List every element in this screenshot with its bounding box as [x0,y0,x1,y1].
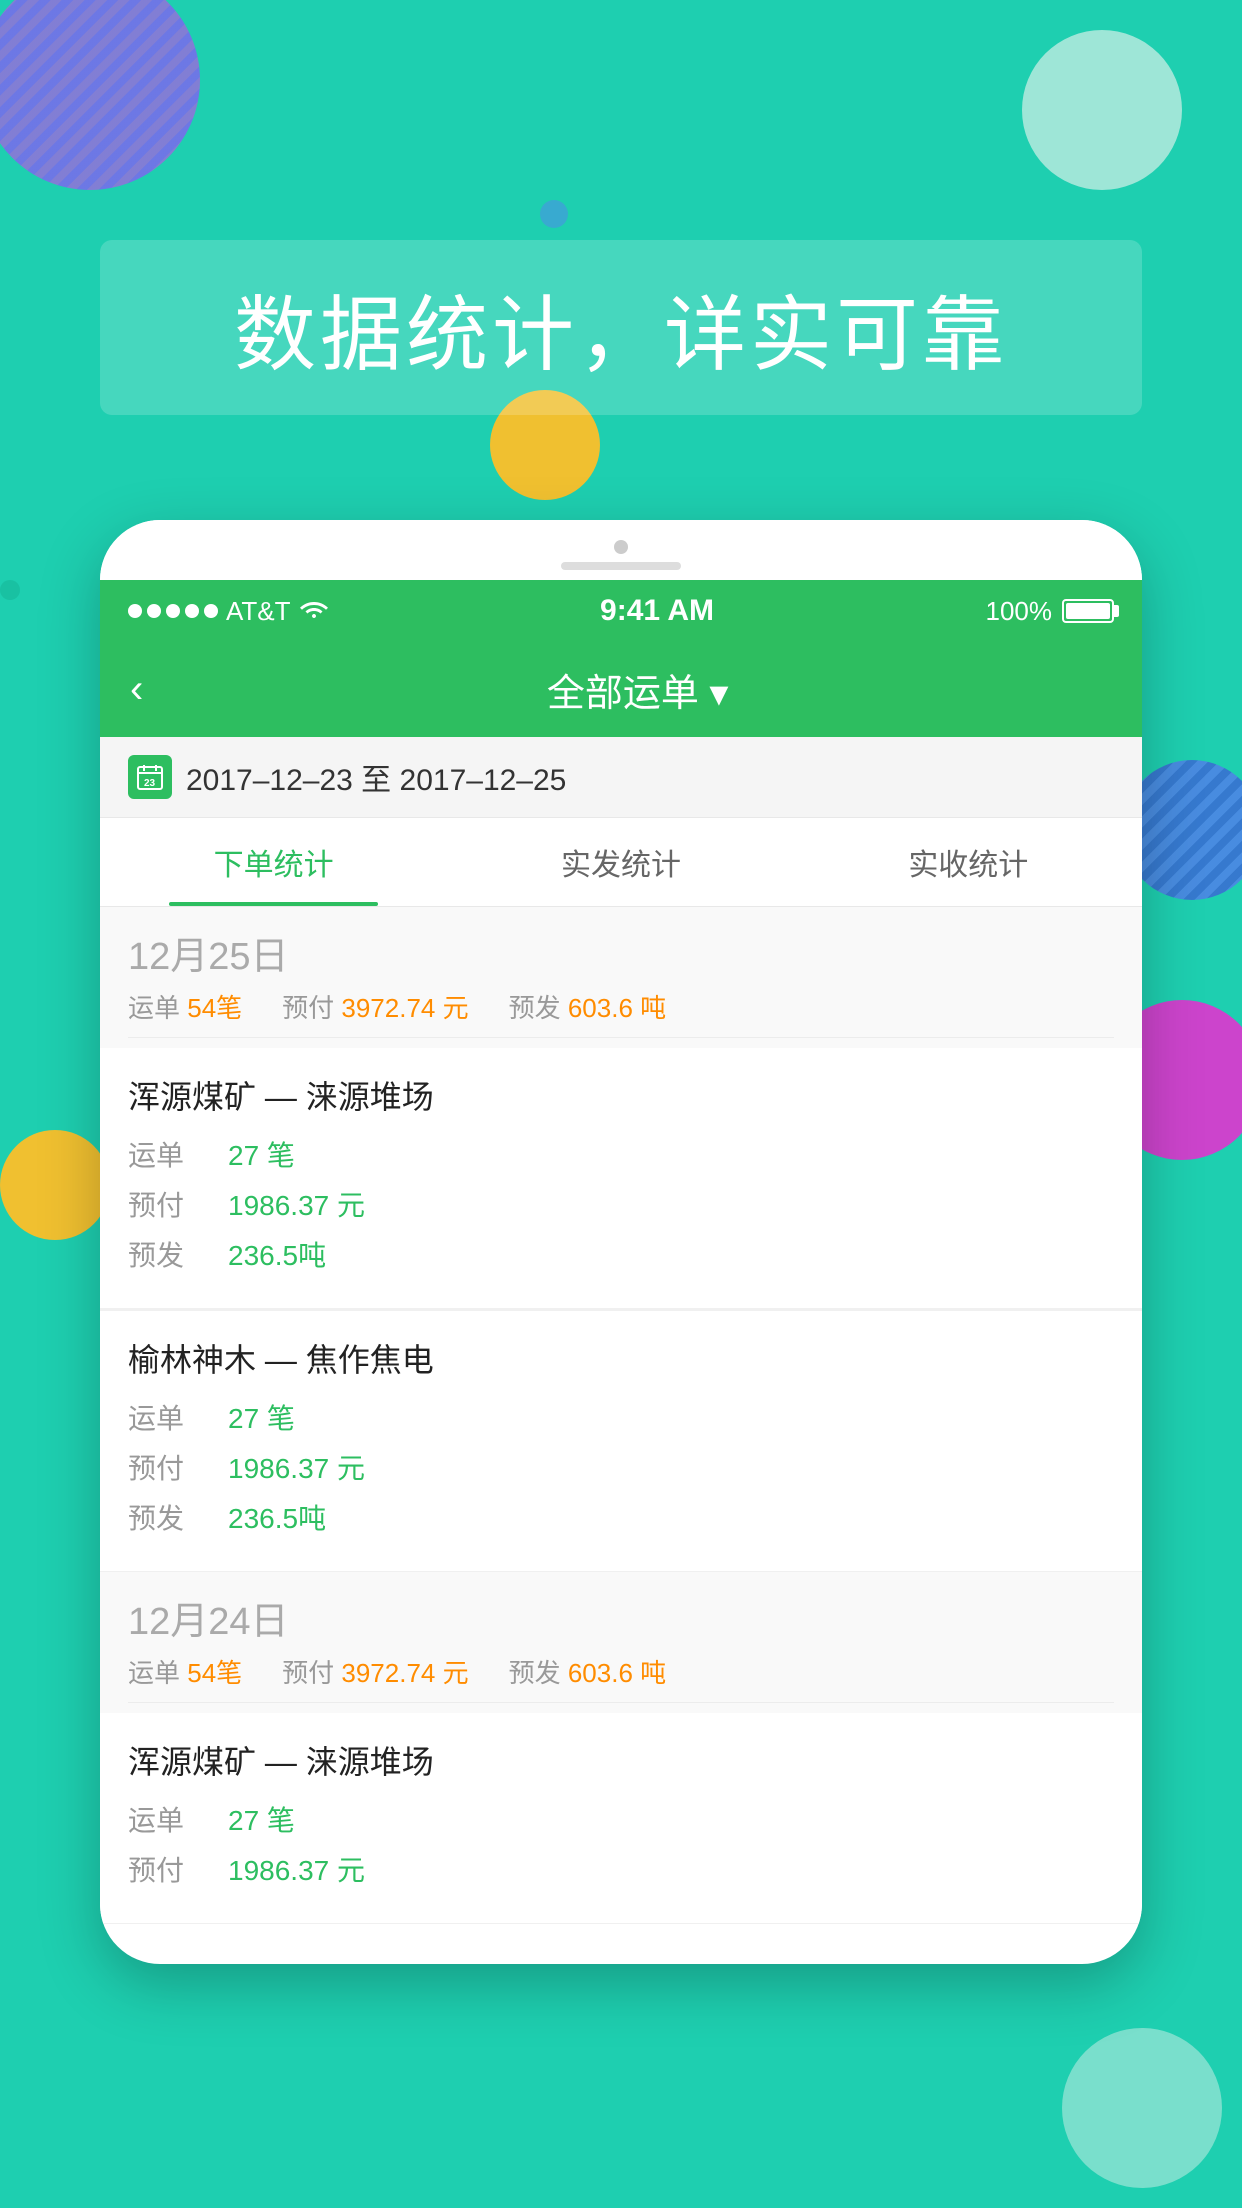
signal-dots [128,604,218,618]
date-section-dec24: 12月24日 运单 54笔 预付 3972.74 元 预发 603.6 吨 [100,1572,1142,1713]
battery-icon [1062,599,1114,623]
route-prepay-label-3: 预付 [128,1849,228,1889]
nav-title-text: 全部运单 [547,673,699,715]
route-prepay-label-1: 预付 [128,1184,228,1224]
route-stat-orders-2: 运单 27 笔 [128,1397,1114,1437]
bg-circle-yellow2 [0,1130,110,1240]
summary-prepay-dec24: 预付 3972.74 元 [282,1653,468,1690]
phone-mockup: AT&T 9:41 AM 100% ‹ 全部运单 ▾ [100,520,1142,1964]
summary-orders-dec25: 运单 54笔 [128,988,242,1025]
back-button[interactable]: ‹ [130,667,143,712]
bg-decoration-topright [1022,30,1182,190]
tab-order-stats[interactable]: 下单统计 [100,818,447,906]
battery-percent: 100% [985,596,1052,627]
route-title-1: 浑源煤矿 — 涞源堆场 [128,1072,1114,1118]
route-prepay-value-1: 1986.37 元 [228,1184,365,1224]
route-orders-label-2: 运单 [128,1397,228,1437]
tab-receive-stats[interactable]: 实收统计 [795,818,1142,906]
date-range-text: 2017–12–23 至 2017–12–25 [186,755,566,799]
route-stat-orders-3: 运单 27 笔 [128,1799,1114,1839]
route-preship-label-2: 预发 [128,1497,228,1537]
phone-camera [614,540,628,554]
route-preship-label-1: 预发 [128,1234,228,1274]
nav-dropdown-arrow[interactable]: ▾ [709,673,728,715]
route-stat-prepay-1: 预付 1986.37 元 [128,1184,1114,1224]
status-time: 9:41 AM [600,594,714,628]
summary-preship-dec24: 预发 603.6 吨 [509,1653,667,1690]
signal-dot-5 [204,604,218,618]
route-orders-value-3: 27 笔 [228,1799,295,1839]
route-prepay-value-3: 1986.37 元 [228,1849,365,1889]
route-title-2: 榆林神木 — 焦作焦电 [128,1335,1114,1381]
nav-title: 全部运单 ▾ [163,662,1112,717]
tab-ship-stats[interactable]: 实发统计 [447,818,794,906]
route-preship-value-1: 236.5吨 [228,1234,326,1274]
battery-fill [1066,603,1110,619]
date-dec24-summary: 运单 54笔 预付 3972.74 元 预发 603.6 吨 [128,1653,1114,1703]
status-bar: AT&T 9:41 AM 100% [100,580,1142,642]
route-block-1[interactable]: 浑源煤矿 — 涞源堆场 运单 27 笔 预付 1986.37 元 预发 236.… [100,1048,1142,1309]
signal-dot-3 [166,604,180,618]
signal-dot-1 [128,604,142,618]
route-orders-label-1: 运单 [128,1134,228,1174]
route-stat-orders-1: 运单 27 笔 [128,1134,1114,1174]
app-nav-bar: ‹ 全部运单 ▾ [100,642,1142,737]
summary-prepay-dec25: 预付 3972.74 元 [282,988,468,1025]
bg-decoration-topleft [0,0,200,190]
route-stat-preship-2: 预发 236.5吨 [128,1497,1114,1537]
svg-text:23: 23 [144,778,156,789]
route-stat-prepay-2: 预付 1986.37 元 [128,1447,1114,1487]
route-orders-value-2: 27 笔 [228,1397,295,1437]
carrier-label: AT&T [226,596,291,627]
signal-dot-4 [185,604,199,618]
date-dec25-summary: 运单 54笔 预付 3972.74 元 预发 603.6 吨 [128,988,1114,1038]
route-prepay-label-2: 预付 [128,1447,228,1487]
bg-dot-blue [540,200,568,228]
phone-speaker [561,562,681,570]
date-filter-bar[interactable]: 23 2017–12–23 至 2017–12–25 [100,737,1142,818]
tabs-row: 下单统计 实发统计 实收统计 [100,818,1142,907]
route-stat-prepay-3: 预付 1986.37 元 [128,1849,1114,1889]
status-left: AT&T [128,596,329,627]
route-prepay-value-2: 1986.37 元 [228,1447,365,1487]
status-right: 100% [985,596,1114,627]
wifi-icon [299,596,329,627]
calendar-icon: 23 [128,755,172,799]
signal-dot-2 [147,604,161,618]
summary-preship-dec25: 预发 603.6 吨 [509,988,667,1025]
date-dec24-title: 12月24日 [128,1590,1114,1645]
route-preship-value-2: 236.5吨 [228,1497,326,1537]
phone-top-bar [100,520,1142,580]
route-block-2[interactable]: 榆林神木 — 焦作焦电 运单 27 笔 预付 1986.37 元 预发 236.… [100,1311,1142,1572]
bg-circle-bottomright [1062,2028,1222,2188]
route-title-3: 浑源煤矿 — 涞源堆场 [128,1737,1114,1783]
content-area: 12月25日 运单 54笔 预付 3972.74 元 预发 603.6 吨 浑源… [100,907,1142,1924]
bg-dot-teal-left [0,580,20,600]
date-dec25-title: 12月25日 [128,925,1114,980]
date-section-dec25: 12月25日 运单 54笔 预付 3972.74 元 预发 603.6 吨 [100,907,1142,1048]
route-orders-label-3: 运单 [128,1799,228,1839]
route-block-3[interactable]: 浑源煤矿 — 涞源堆场 运单 27 笔 预付 1986.37 元 [100,1713,1142,1924]
route-stat-preship-1: 预发 236.5吨 [128,1234,1114,1274]
summary-orders-dec24: 运单 54笔 [128,1653,242,1690]
route-orders-value-1: 27 笔 [228,1134,295,1174]
header-title: 数据统计，详实可靠 [140,268,1102,387]
header-text-box: 数据统计，详实可靠 [100,240,1142,415]
